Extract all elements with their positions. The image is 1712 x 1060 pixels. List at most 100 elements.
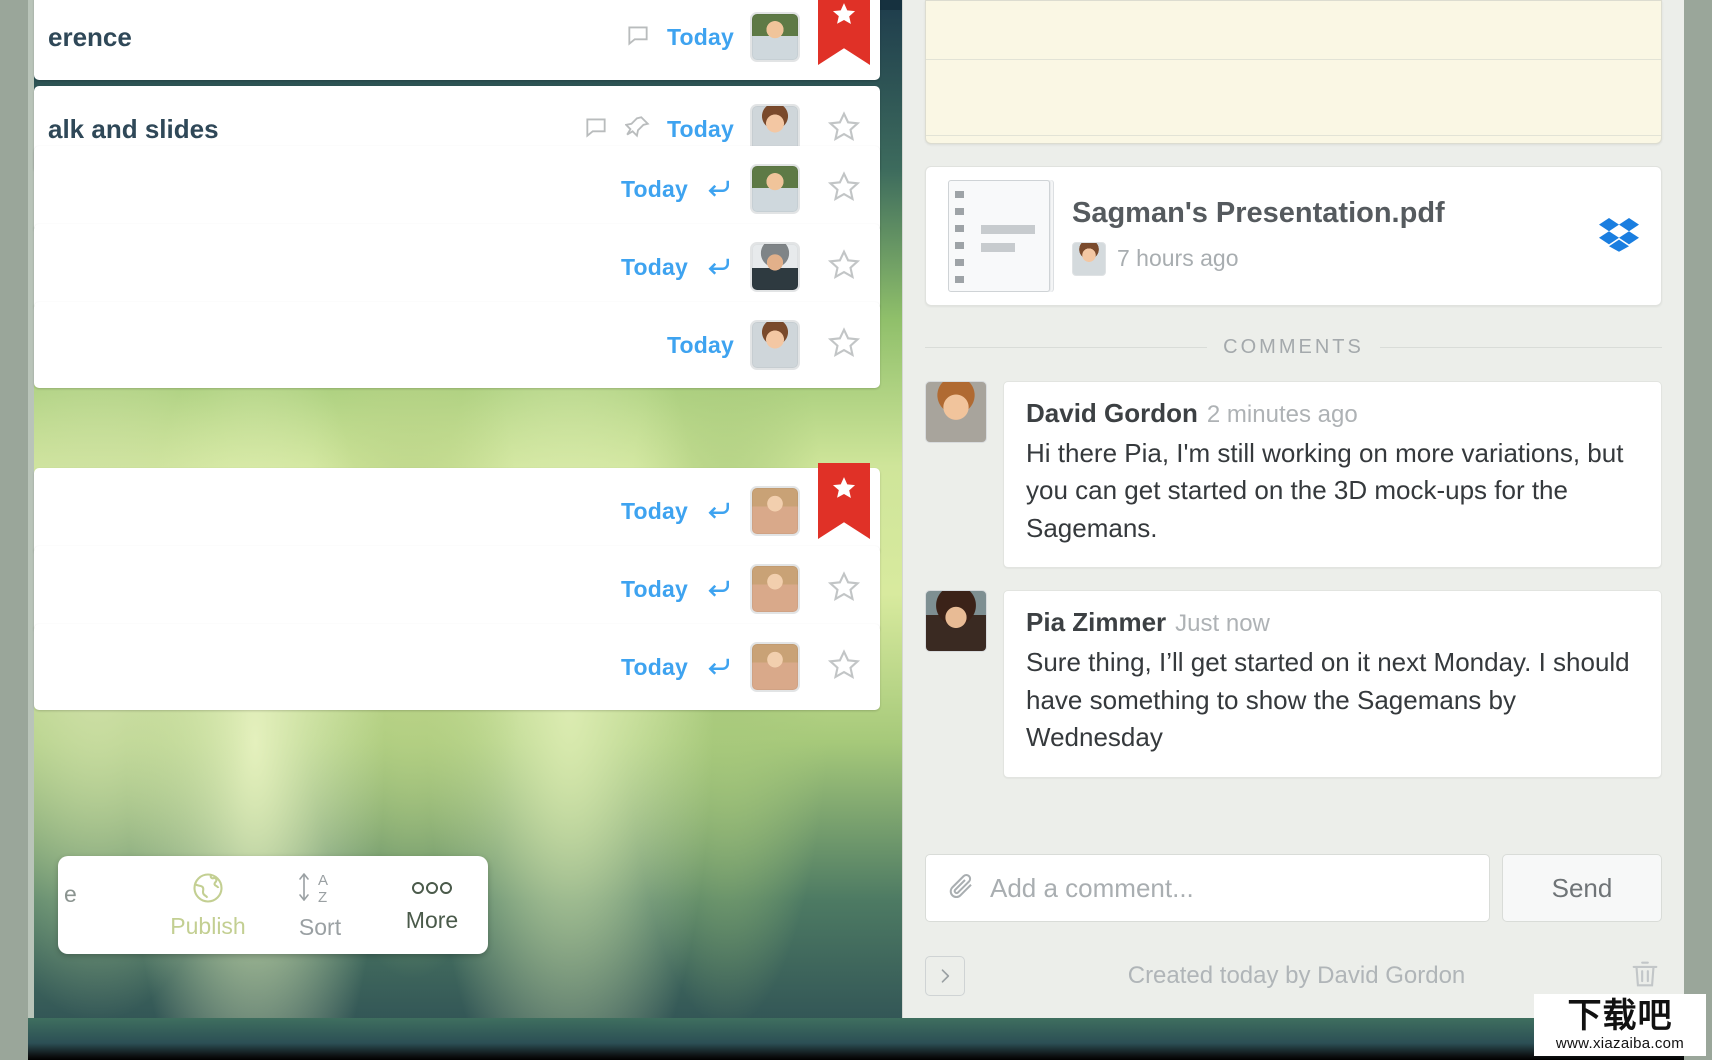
comment-icon[interactable] <box>625 22 651 53</box>
file-subline: 7 hours ago <box>1072 241 1599 276</box>
task-row[interactable]: Today <box>34 146 880 232</box>
task-row[interactable]: Today <box>34 463 880 554</box>
notes-field[interactable] <box>925 0 1662 144</box>
avatar <box>750 642 800 692</box>
star-icon[interactable] <box>827 648 861 687</box>
comment-item: Pia Zimmer Just now Sure thing, I’ll get … <box>925 590 1662 778</box>
task-meta: Today <box>667 320 808 370</box>
comment-input-placeholder: Add a comment... <box>990 872 1194 903</box>
created-by-text: Created today by David Gordon <box>1127 962 1466 989</box>
star-icon[interactable] <box>827 326 861 365</box>
reply-icon[interactable] <box>704 494 734 529</box>
avatar <box>925 381 987 443</box>
task-row[interactable]: erence Today <box>34 0 880 80</box>
task-detail-pane: Sagman's Presentation.pdf 7 hours ago CO… <box>902 0 1684 1018</box>
file-timestamp: 7 hours ago <box>1117 245 1239 271</box>
comment-body: Pia Zimmer Just now Sure thing, I’ll get … <box>1003 590 1662 778</box>
reply-icon[interactable] <box>704 250 734 285</box>
task-row[interactable]: Today <box>34 224 880 310</box>
avatar <box>750 242 800 292</box>
sort-button[interactable]: A Z Sort <box>264 856 376 954</box>
sort-label: Sort <box>298 914 342 940</box>
svg-text:A: A <box>318 872 328 889</box>
trash-icon[interactable] <box>1628 957 1662 996</box>
comment-text: Hi there Pia, I'm still working on more … <box>1026 438 1624 543</box>
task-date: Today <box>620 175 688 202</box>
file-name: Sagman's Presentation.pdf <box>1072 196 1445 229</box>
star-cell[interactable] <box>808 302 880 388</box>
comment-item: David Gordon 2 minutes ago Hi there Pia, … <box>925 381 1662 569</box>
task-date: Today <box>666 23 734 50</box>
comment-time: 2 minutes ago <box>1206 401 1358 428</box>
comment-author: Pia Zimmer <box>1026 607 1167 638</box>
task-date: Today <box>666 115 734 142</box>
task-meta: Today <box>621 642 808 692</box>
reply-icon[interactable] <box>704 650 734 685</box>
file-info: Sagman's Presentation.pdf 7 hours ago <box>1072 197 1599 276</box>
star-icon[interactable] <box>827 110 861 149</box>
task-date: Today <box>620 497 688 524</box>
comment-icon[interactable] <box>583 114 609 145</box>
comments-section-header: COMMENTS <box>925 336 1662 359</box>
task-date: Today <box>620 653 688 680</box>
avatar <box>750 12 800 62</box>
ellipsis-icon <box>408 876 456 905</box>
pin-icon[interactable] <box>624 114 651 145</box>
comment-text: Sure thing, I’ll get started on it next … <box>1026 647 1630 753</box>
star-cell[interactable] <box>808 224 880 310</box>
app-root: erence Today alk and slides Today Today … <box>0 0 1712 1060</box>
task-date: Today <box>666 331 734 358</box>
task-meta: Today <box>621 242 808 292</box>
avatar <box>925 590 987 653</box>
more-button[interactable]: More <box>376 856 488 954</box>
comment-input[interactable]: Add a comment... <box>925 854 1490 922</box>
star-cell[interactable] <box>808 146 880 232</box>
comment-body: David Gordon 2 minutes ago Hi there Pia, … <box>1003 381 1662 569</box>
avatar <box>750 164 800 214</box>
star-cell[interactable] <box>808 546 880 632</box>
chevron-right-icon[interactable] <box>925 956 965 996</box>
file-attachment-card[interactable]: Sagman's Presentation.pdf 7 hours ago <box>925 166 1662 306</box>
reply-icon[interactable] <box>704 172 734 207</box>
task-meta: Today <box>621 564 808 614</box>
task-meta: Today <box>625 12 808 62</box>
svg-text:Z: Z <box>318 889 327 906</box>
starred-ribbon[interactable] <box>818 0 870 65</box>
comment-header: David Gordon 2 minutes ago <box>1026 398 1639 429</box>
dropbox-icon[interactable] <box>1599 216 1639 257</box>
avatar <box>1072 241 1106 276</box>
star-icon[interactable] <box>827 570 861 609</box>
more-label: More <box>405 907 459 933</box>
star-cell[interactable] <box>808 624 880 710</box>
watermark-title: 下载吧 <box>1567 996 1673 1035</box>
send-button[interactable]: Send <box>1502 854 1662 922</box>
sort-az-icon: A Z <box>294 869 346 912</box>
task-title: erence <box>48 21 132 52</box>
reply-icon[interactable] <box>704 572 734 607</box>
globe-icon <box>190 870 226 911</box>
pdf-thumbnail-icon <box>948 180 1050 292</box>
task-row[interactable]: Today <box>34 302 880 388</box>
avatar <box>750 320 800 370</box>
watermark-url: www.xiazaiba.com <box>1555 1034 1685 1052</box>
comment-author: David Gordon <box>1026 398 1198 428</box>
star-icon[interactable] <box>827 170 861 209</box>
comment-time: Just now <box>1175 610 1270 638</box>
task-date: Today <box>620 253 688 280</box>
star-cell[interactable] <box>808 463 880 554</box>
publish-button[interactable]: Publish <box>152 856 264 954</box>
starred-ribbon[interactable] <box>818 463 870 539</box>
paperclip-icon[interactable] <box>946 871 976 906</box>
toolbar-clipped-item[interactable]: e <box>64 881 152 930</box>
task-date: Today <box>620 575 688 602</box>
star-icon[interactable] <box>827 248 861 287</box>
publish-label: Publish <box>170 913 246 939</box>
comment-header: Pia Zimmer Just now <box>1026 607 1639 638</box>
list-action-toolbar: e Publish A Z Sort More <box>58 856 488 954</box>
star-cell[interactable] <box>808 0 880 80</box>
task-row[interactable]: Today <box>34 546 880 632</box>
avatar <box>750 486 800 536</box>
comment-composer: Add a comment... Send <box>903 854 1684 922</box>
task-row[interactable]: Today <box>34 624 880 710</box>
bottom-photo-strip <box>28 1018 1684 1060</box>
